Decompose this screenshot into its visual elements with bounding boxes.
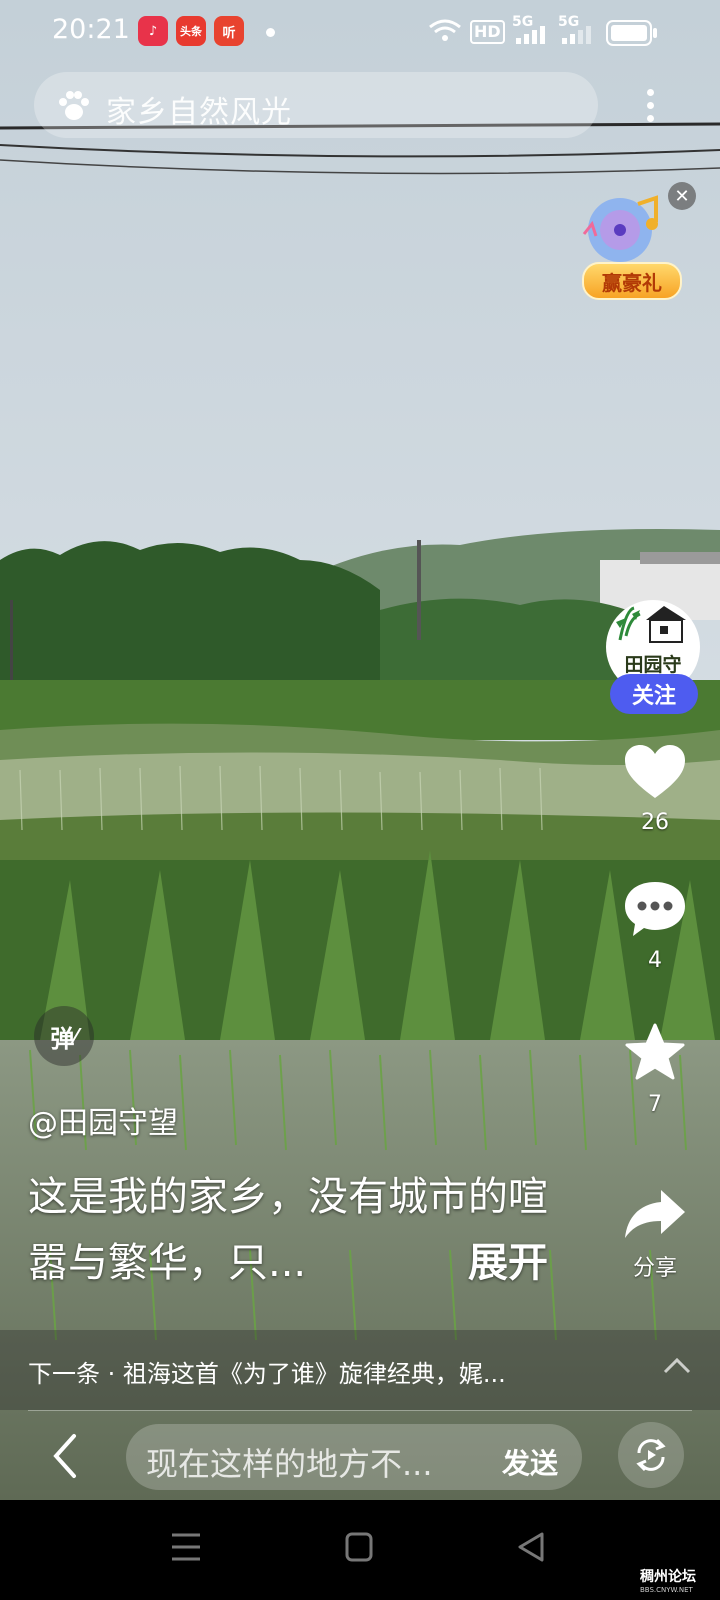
favorite-count: 7 [648,1092,662,1117]
comment-icon [625,882,685,936]
signal-icon-2 [562,26,591,44]
menu-icon[interactable] [170,1530,202,1564]
chevron-up-icon[interactable] [662,1356,692,1376]
next-video-bar[interactable]: 下一条 · 祖海这首《为了谁》旋律经典，娓... [0,1330,720,1410]
battery-icon [606,20,657,46]
send-button[interactable]: 发送 [502,1442,558,1482]
status-time: 20:21 [52,14,130,45]
close-icon[interactable]: ✕ [668,182,696,210]
watermark-sub: BBS.CNYW.NET [640,1586,693,1594]
loop-icon [636,1438,666,1472]
comment-button[interactable]: 4 [610,880,700,973]
paw-icon [59,91,89,120]
next-video-title: 下一条 · 祖海这首《为了谁》旋律经典，娓... [28,1360,506,1388]
system-nav-bar [0,1500,720,1600]
star-icon [625,1023,685,1080]
more-options-icon[interactable] [640,84,660,132]
watermark: 稠州论坛 BBS.CNYW.NET [640,1566,696,1594]
danmu-toggle-button[interactable]: 弹 ⁄ [34,1006,94,1066]
heart-icon [625,745,685,798]
toutiao-app-icon: 头条 [176,16,206,46]
expand-link[interactable]: 展开 [468,1230,548,1288]
divider [28,1410,692,1411]
search-bar[interactable]: 家乡自然风光 [34,72,598,138]
status-bar: 20:21 ♪ 头条 听 HD 5G 5G [0,0,720,64]
wifi-icon [429,19,461,41]
listen-app-icon: 听 [214,16,244,46]
search-query: 家乡自然风光 [106,95,292,130]
music-app-icon: ♪ [138,16,168,46]
danmu-label: 弹 [50,1024,75,1053]
hd-icon: HD [470,20,505,44]
like-button[interactable]: 26 [610,744,700,835]
notification-dot-icon [266,28,275,37]
home-icon[interactable] [344,1530,374,1564]
signal-icon-1 [516,26,545,44]
like-count: 26 [641,810,669,835]
promo-label[interactable]: 赢豪礼 [582,262,682,300]
auto-play-toggle[interactable] [618,1422,684,1488]
watermark-title: 稠州论坛 [640,1569,696,1585]
author-name[interactable]: @田园守望 [28,1098,178,1142]
comment-input[interactable]: 现在这样的地方不... 发送 [126,1424,582,1490]
share-button[interactable]: 分享 [610,1188,700,1282]
favorite-button[interactable]: 7 [610,1022,700,1117]
back-arrow-icon[interactable] [48,1432,82,1480]
comment-placeholder: 现在这样的地方不... [146,1445,433,1483]
back-triangle-icon[interactable] [516,1530,546,1564]
comment-count: 4 [648,948,662,973]
share-label: 分享 [632,1256,677,1281]
avatar-text: 田园守 [624,654,682,676]
share-arrow-icon [625,1190,685,1238]
follow-button[interactable]: 关注 [610,674,698,714]
